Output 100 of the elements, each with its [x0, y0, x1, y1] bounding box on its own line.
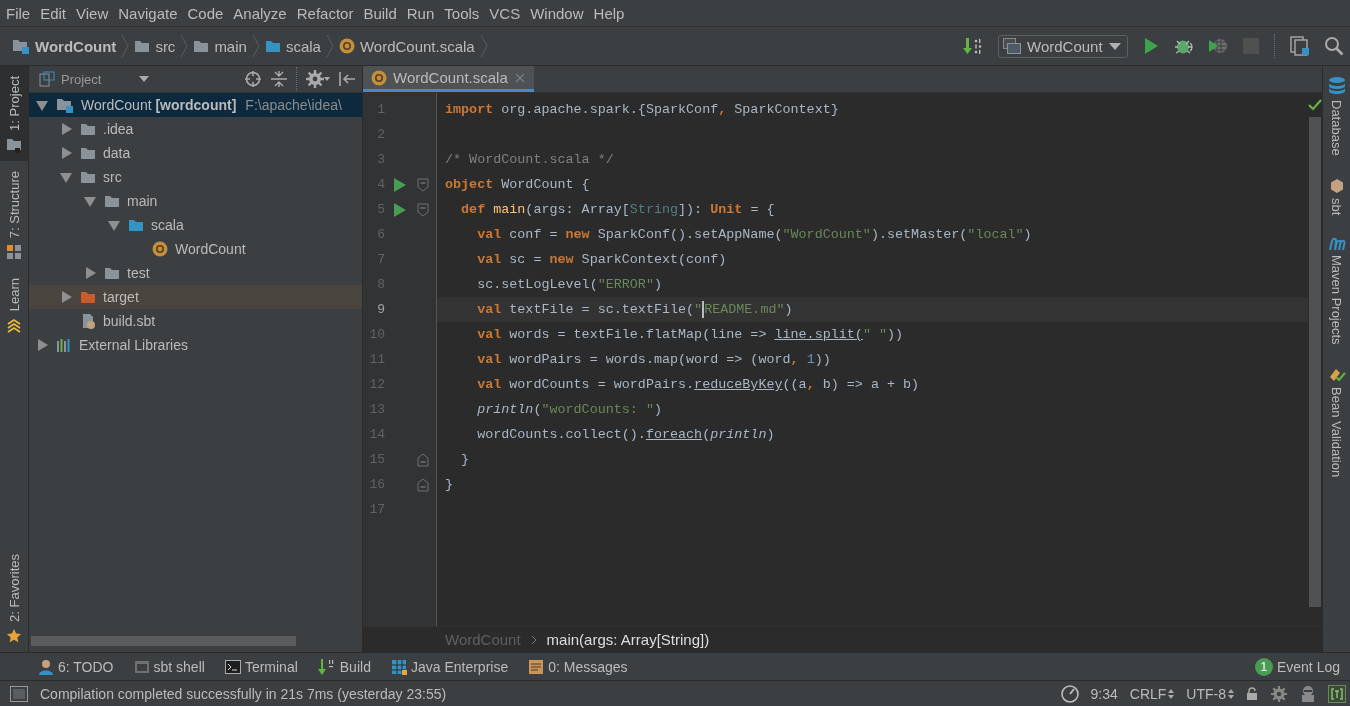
- tree-item[interactable]: data: [29, 141, 362, 165]
- class-icon: [371, 69, 387, 86]
- locate-icon[interactable]: [244, 70, 262, 88]
- panel-toggle-icon[interactable]: [10, 685, 28, 702]
- code-line: object WordCount {: [445, 177, 590, 192]
- tool-window-button[interactable]: Terminal: [224, 658, 298, 675]
- tool-window-button[interactable]: Build: [317, 658, 371, 675]
- tree-item[interactable]: test: [29, 261, 362, 285]
- run-icon[interactable]: [393, 201, 407, 218]
- menu-item[interactable]: Run: [401, 4, 440, 22]
- tree-item[interactable]: WordCount: [29, 237, 362, 261]
- code-line: }: [445, 477, 454, 492]
- menu-item[interactable]: View: [71, 4, 114, 22]
- menu-item[interactable]: Analyze: [228, 4, 292, 22]
- breadcrumb-item[interactable]: WordCount: [12, 37, 117, 55]
- menu-item[interactable]: VCS: [484, 4, 526, 22]
- breadcrumb-item[interactable]: src: [134, 37, 176, 55]
- project-view-icon: [39, 71, 55, 87]
- lock-icon[interactable]: [1246, 686, 1258, 701]
- menu-item[interactable]: Refactor: [291, 4, 359, 22]
- chevron-icon: [479, 34, 488, 58]
- fold-icon[interactable]: [417, 452, 429, 467]
- tool-window-tab[interactable]: sbt: [1328, 167, 1345, 227]
- menu-item[interactable]: Tools: [439, 4, 485, 22]
- fold-icon[interactable]: [417, 477, 429, 492]
- library-icon: [56, 337, 72, 353]
- breadcrumb-item[interactable]: main(args: Array[String]): [546, 631, 710, 648]
- folder-icon: [104, 266, 120, 280]
- encoding-selector[interactable]: UTF-8: [1186, 685, 1234, 702]
- code-line: wordCounts.collect().foreach(println): [477, 427, 775, 442]
- tool-window-button[interactable]: 6: TODO: [38, 658, 114, 675]
- terminal-icon: [224, 659, 241, 674]
- tool-window-tab[interactable]: Learn: [0, 268, 28, 342]
- tool-window-tab[interactable]: 2: Favorites: [0, 544, 28, 652]
- fold-icon[interactable]: [417, 177, 429, 192]
- tool-window-button[interactable]: sbt shell: [133, 658, 205, 675]
- menu-item[interactable]: Code: [182, 4, 229, 22]
- folder-icon: [264, 39, 281, 53]
- editor-tab[interactable]: WordCount.scala: [363, 66, 534, 92]
- code-line: }: [461, 452, 470, 467]
- settings-icon[interactable]: [1270, 684, 1288, 703]
- breadcrumb-item[interactable]: WordCount.scala: [338, 37, 475, 55]
- tree-item[interactable]: WordCount [wordcount] F:\apache\idea\: [29, 93, 362, 117]
- breadcrumb-item[interactable]: main: [193, 37, 247, 55]
- folder-icon: [104, 194, 120, 208]
- updown-icon: [1228, 688, 1234, 699]
- chevrons-icon: [6, 317, 22, 334]
- code-line: /* WordCount.scala */: [445, 152, 614, 167]
- inspector-icon[interactable]: [1300, 684, 1316, 703]
- build-icon[interactable]: [962, 36, 984, 56]
- bracket-icon[interactable]: [1328, 684, 1346, 703]
- tool-window-tab[interactable]: 7: Structure: [0, 160, 28, 269]
- settings-icon[interactable]: [306, 70, 330, 88]
- menu-item[interactable]: File: [1, 4, 36, 22]
- bean-check-icon: [1327, 366, 1346, 383]
- tree-item[interactable]: build.sbt: [29, 309, 362, 333]
- menu-item[interactable]: Build: [358, 4, 402, 22]
- scrollbar-thumb[interactable]: [1309, 117, 1321, 607]
- tool-window-tab[interactable]: Database: [1327, 66, 1346, 168]
- run-configuration-dropdown[interactable]: WordCount: [998, 34, 1128, 58]
- tree-item[interactable]: src: [29, 165, 362, 189]
- tool-window-tab[interactable]: Bean Validation: [1327, 356, 1346, 489]
- tool-window-button[interactable]: Java Enterprise: [390, 658, 509, 675]
- project-structure-icon[interactable]: [1290, 36, 1310, 56]
- maven-icon: [1327, 237, 1346, 251]
- tool-window-tab[interactable]: 1: Project: [0, 66, 28, 161]
- menu-item[interactable]: Help: [588, 4, 630, 22]
- tool-window-tab[interactable]: Maven Projects: [1327, 227, 1346, 357]
- hexagon-icon: [1328, 177, 1345, 194]
- menu-item[interactable]: Window: [525, 4, 589, 22]
- tree-item[interactable]: main: [29, 189, 362, 213]
- build-icon: [317, 658, 336, 675]
- tree-item[interactable]: scala: [29, 213, 362, 237]
- hide-icon[interactable]: [338, 70, 356, 88]
- updown-icon: [1168, 688, 1175, 699]
- tool-window-button[interactable]: 0: Messages: [528, 658, 628, 675]
- code-line: val conf = new SparkConf().setAppName("WordCount").setMaster("local"): [477, 227, 1032, 242]
- structure-icon: [6, 244, 22, 261]
- folder-icon: [80, 290, 96, 304]
- run-icon[interactable]: [1142, 37, 1160, 55]
- tree-item[interactable]: target: [29, 285, 362, 309]
- view-selector[interactable]: Project: [39, 71, 149, 87]
- tree-item[interactable]: External Libraries: [29, 333, 362, 357]
- application-icon: [1003, 38, 1021, 54]
- code-line: val wordCounts = wordPairs.reduceByKey((a, b) => a + b): [477, 377, 920, 392]
- breadcrumb-item[interactable]: scala: [264, 37, 321, 55]
- event-log-button[interactable]: 1 Event Log: [1254, 657, 1340, 676]
- search-icon[interactable]: [1324, 36, 1344, 56]
- coverage-icon[interactable]: [1208, 37, 1228, 55]
- collapse-all-icon[interactable]: [270, 70, 288, 88]
- tree-item[interactable]: .idea: [29, 117, 362, 141]
- menu-item[interactable]: Edit: [35, 4, 72, 22]
- line-separator-selector[interactable]: CRLF: [1129, 685, 1175, 702]
- folder-icon: [134, 39, 151, 53]
- caret-position[interactable]: 9:34: [1090, 685, 1118, 702]
- scrollbar-thumb[interactable]: [31, 636, 296, 646]
- run-icon[interactable]: [393, 176, 407, 193]
- gauge-icon[interactable]: [1060, 684, 1079, 703]
- fold-icon[interactable]: [417, 202, 429, 217]
- menu-item[interactable]: Navigate: [113, 4, 183, 22]
